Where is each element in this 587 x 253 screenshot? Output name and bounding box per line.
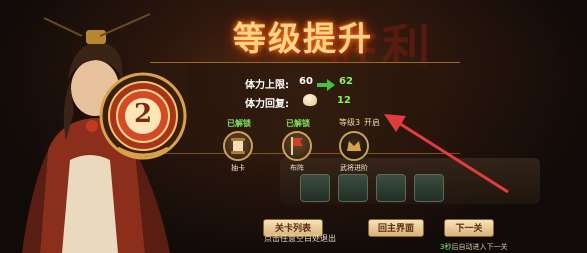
unlock-status-advance: 等级3	[339, 118, 361, 127]
level-up-title: 等级提升	[233, 19, 373, 58]
stamina-cap-new: 62	[339, 76, 353, 87]
background-card	[338, 174, 368, 202]
unlock-label-advance: 武将进阶	[340, 164, 368, 172]
bun-food-icon	[303, 94, 317, 106]
annotation-arrow-icon	[384, 114, 509, 194]
hero-advance-icon[interactable]	[339, 131, 369, 161]
unlock-status-suffix: 开启	[364, 118, 380, 127]
next-stage-button[interactable]: 下一关	[444, 219, 494, 237]
stamina-regen-label: 体力回复:	[245, 99, 289, 110]
auto-next-text: 后自动进入下一关	[451, 243, 508, 251]
formation-flag-icon[interactable]	[282, 131, 312, 161]
background-card	[300, 174, 330, 202]
stamina-cap-old: 60	[299, 76, 313, 87]
stamina-regen-value: 12	[337, 95, 351, 106]
arrow-right-icon	[317, 76, 335, 91]
auto-next-countdown: 3秒	[440, 243, 452, 251]
game-screen[interactable]: 胜利 等级提升 2 体力上限: 60 62 体力回复: 12 已解锁 抽卡 已解…	[0, 0, 587, 253]
auto-next-hint: 3秒后自动进入下一关	[440, 242, 507, 252]
unlock-status-card: 已解锁	[227, 119, 251, 128]
level-number: 2	[133, 99, 153, 129]
unlock-label-card: 抽卡	[231, 164, 245, 172]
unlock-status-formation: 已解锁	[286, 119, 310, 128]
card-scroll-icon[interactable]	[223, 131, 253, 161]
main-screen-button[interactable]: 回主界面	[368, 219, 424, 237]
unlock-label-formation: 布阵	[290, 164, 304, 172]
exit-hint: 点击任意空白处退出	[264, 234, 336, 243]
stamina-cap-label: 体力上限:	[245, 80, 289, 91]
